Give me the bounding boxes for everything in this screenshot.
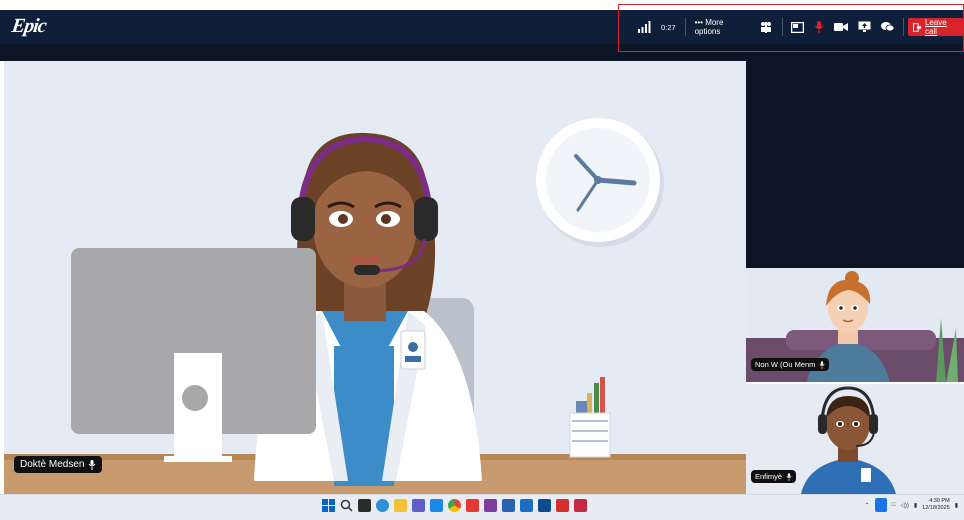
- clock-time: 4:30 PM: [929, 498, 950, 504]
- file-explorer-icon[interactable]: [394, 499, 407, 512]
- main-participant-label: Doktè Medsen: [14, 456, 103, 473]
- search-icon[interactable]: [340, 499, 353, 512]
- volume-icon[interactable]: ◁)): [900, 502, 909, 509]
- app-red-s-icon[interactable]: [466, 499, 479, 512]
- widgets-icon[interactable]: [376, 499, 389, 512]
- app-purple-icon[interactable]: [484, 499, 497, 512]
- app-window-icon[interactable]: [520, 499, 533, 512]
- outlook-icon[interactable]: [538, 499, 551, 512]
- teams-icon[interactable]: [412, 499, 425, 512]
- epic-app-icon[interactable]: [574, 499, 587, 512]
- taskbar-clock[interactable]: 4:30 PM 12/18/2025: [922, 498, 950, 512]
- nurse-label: Enfimyè: [751, 470, 797, 483]
- app-s-icon[interactable]: [430, 499, 443, 512]
- doctor-illustration: [4, 118, 746, 494]
- nurse-video-tile[interactable]: Enfimyè: [746, 384, 964, 494]
- notification-icon[interactable]: ▮: [955, 502, 958, 509]
- nurse-name: Enfimyè: [755, 472, 783, 481]
- microphone-icon: [786, 472, 792, 481]
- chevron-up-icon[interactable]: ⌃: [865, 502, 870, 509]
- controls-highlight-box: [618, 4, 964, 52]
- chrome-icon[interactable]: [448, 499, 461, 512]
- task-view-icon[interactable]: [358, 499, 371, 512]
- clock-date: 12/18/2025: [922, 505, 950, 511]
- app-blue-people-icon[interactable]: [502, 499, 515, 512]
- main-participant-name: Doktè Medsen: [20, 459, 85, 470]
- system-tray: ⌃ □ ◁)) ▮ 4:30 PM 12/18/2025 ▮: [865, 498, 958, 512]
- microphone-tray-icon[interactable]: [874, 498, 887, 512]
- windows-taskbar: ⌃ □ ◁)) ▮ 4:30 PM 12/18/2025 ▮: [0, 494, 964, 520]
- windows-start-icon[interactable]: [322, 499, 335, 512]
- network-icon[interactable]: □: [892, 502, 896, 508]
- epic-logo: Epic: [10, 15, 48, 37]
- main-video-tile[interactable]: Doktè Medsen: [4, 61, 746, 494]
- battery-icon[interactable]: ▮: [914, 502, 917, 509]
- acrobat-icon[interactable]: [556, 499, 569, 512]
- taskbar-apps: [322, 499, 587, 512]
- self-view-label: Non W (Ou Menm: [751, 358, 830, 371]
- self-view-tile[interactable]: Non W (Ou Menm: [746, 268, 964, 384]
- self-view-name: Non W (Ou Menm: [755, 360, 816, 369]
- empty-video-area: [746, 61, 964, 268]
- microphone-icon: [819, 360, 825, 369]
- microphone-icon: [89, 459, 96, 470]
